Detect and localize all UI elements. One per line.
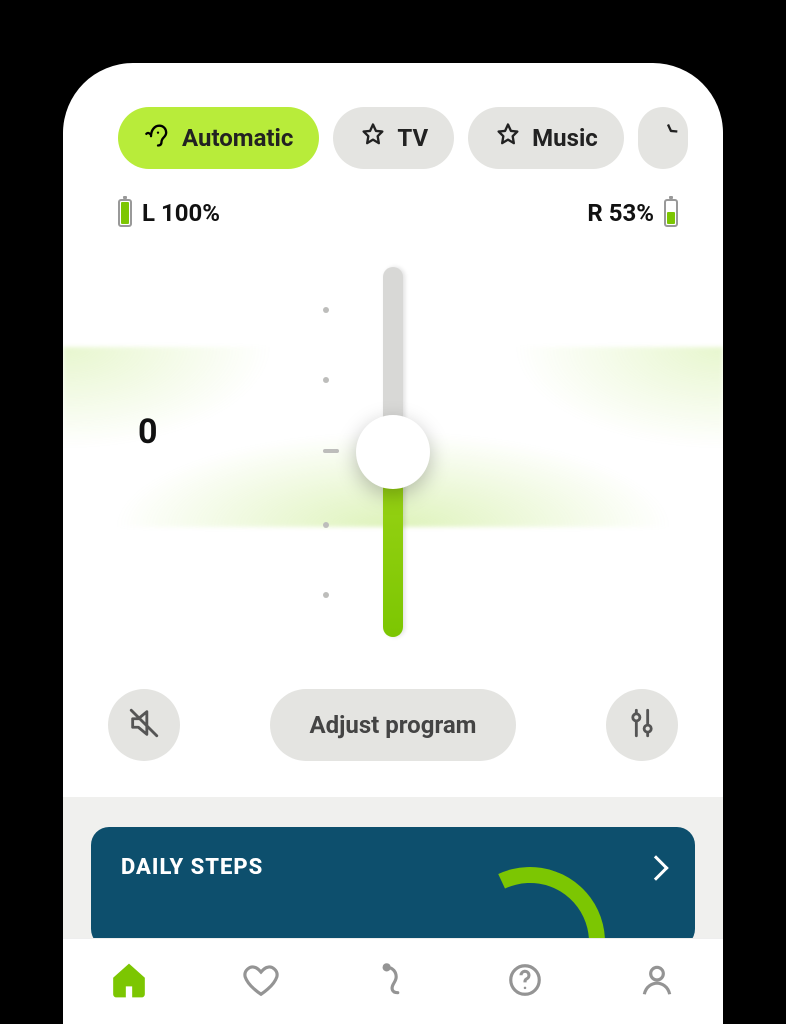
adjust-program-label: Adjust program	[310, 711, 477, 739]
heart-icon	[242, 961, 280, 1003]
profile-icon	[638, 961, 676, 1003]
program-automatic[interactable]: Automatic	[118, 107, 319, 169]
hearing-aid-icon	[374, 961, 412, 1003]
help-icon	[506, 961, 544, 1003]
volume-slider[interactable]	[383, 267, 403, 637]
ear-icon	[144, 121, 172, 155]
battery-icon	[664, 199, 678, 227]
mute-button[interactable]	[108, 689, 180, 761]
nav-home[interactable]	[107, 960, 151, 1004]
nav-health[interactable]	[239, 960, 283, 1004]
nav-help[interactable]	[503, 960, 547, 1004]
equalizer-button[interactable]	[606, 689, 678, 761]
chevron-right-icon	[643, 855, 668, 880]
slider-ticks	[323, 267, 343, 637]
nav-profile[interactable]	[635, 960, 679, 1004]
home-icon	[110, 961, 148, 1003]
battery-row: L 100% R 53%	[63, 169, 723, 227]
star-icon	[654, 121, 682, 155]
program-chips: Automatic TV Music	[63, 63, 723, 169]
volume-slider-area: 0	[63, 257, 723, 677]
program-label: TV	[397, 124, 428, 152]
progress-arc	[434, 846, 626, 938]
nav-devices[interactable]	[371, 960, 415, 1004]
adjust-program-button[interactable]: Adjust program	[270, 689, 517, 761]
program-more[interactable]	[638, 107, 688, 169]
battery-icon	[118, 199, 132, 227]
slider-thumb[interactable]	[356, 415, 430, 489]
card-section: DAILY STEPS	[63, 797, 723, 938]
card-title: DAILY STEPS	[121, 855, 263, 880]
battery-left-label: L 100%	[142, 199, 220, 227]
bottom-nav	[63, 938, 723, 1024]
sliders-icon	[625, 706, 659, 744]
battery-left: L 100%	[118, 199, 220, 227]
action-row: Adjust program	[63, 677, 723, 761]
battery-right: R 53%	[587, 199, 678, 227]
star-icon	[359, 121, 387, 155]
program-tv[interactable]: TV	[333, 107, 454, 169]
star-icon	[494, 121, 522, 155]
program-music[interactable]: Music	[468, 107, 624, 169]
battery-right-label: R 53%	[587, 199, 654, 227]
daily-steps-card[interactable]: DAILY STEPS	[91, 827, 695, 938]
mute-icon	[127, 706, 161, 744]
volume-value: 0	[138, 412, 158, 452]
program-label: Music	[532, 124, 598, 152]
program-label: Automatic	[182, 124, 293, 152]
